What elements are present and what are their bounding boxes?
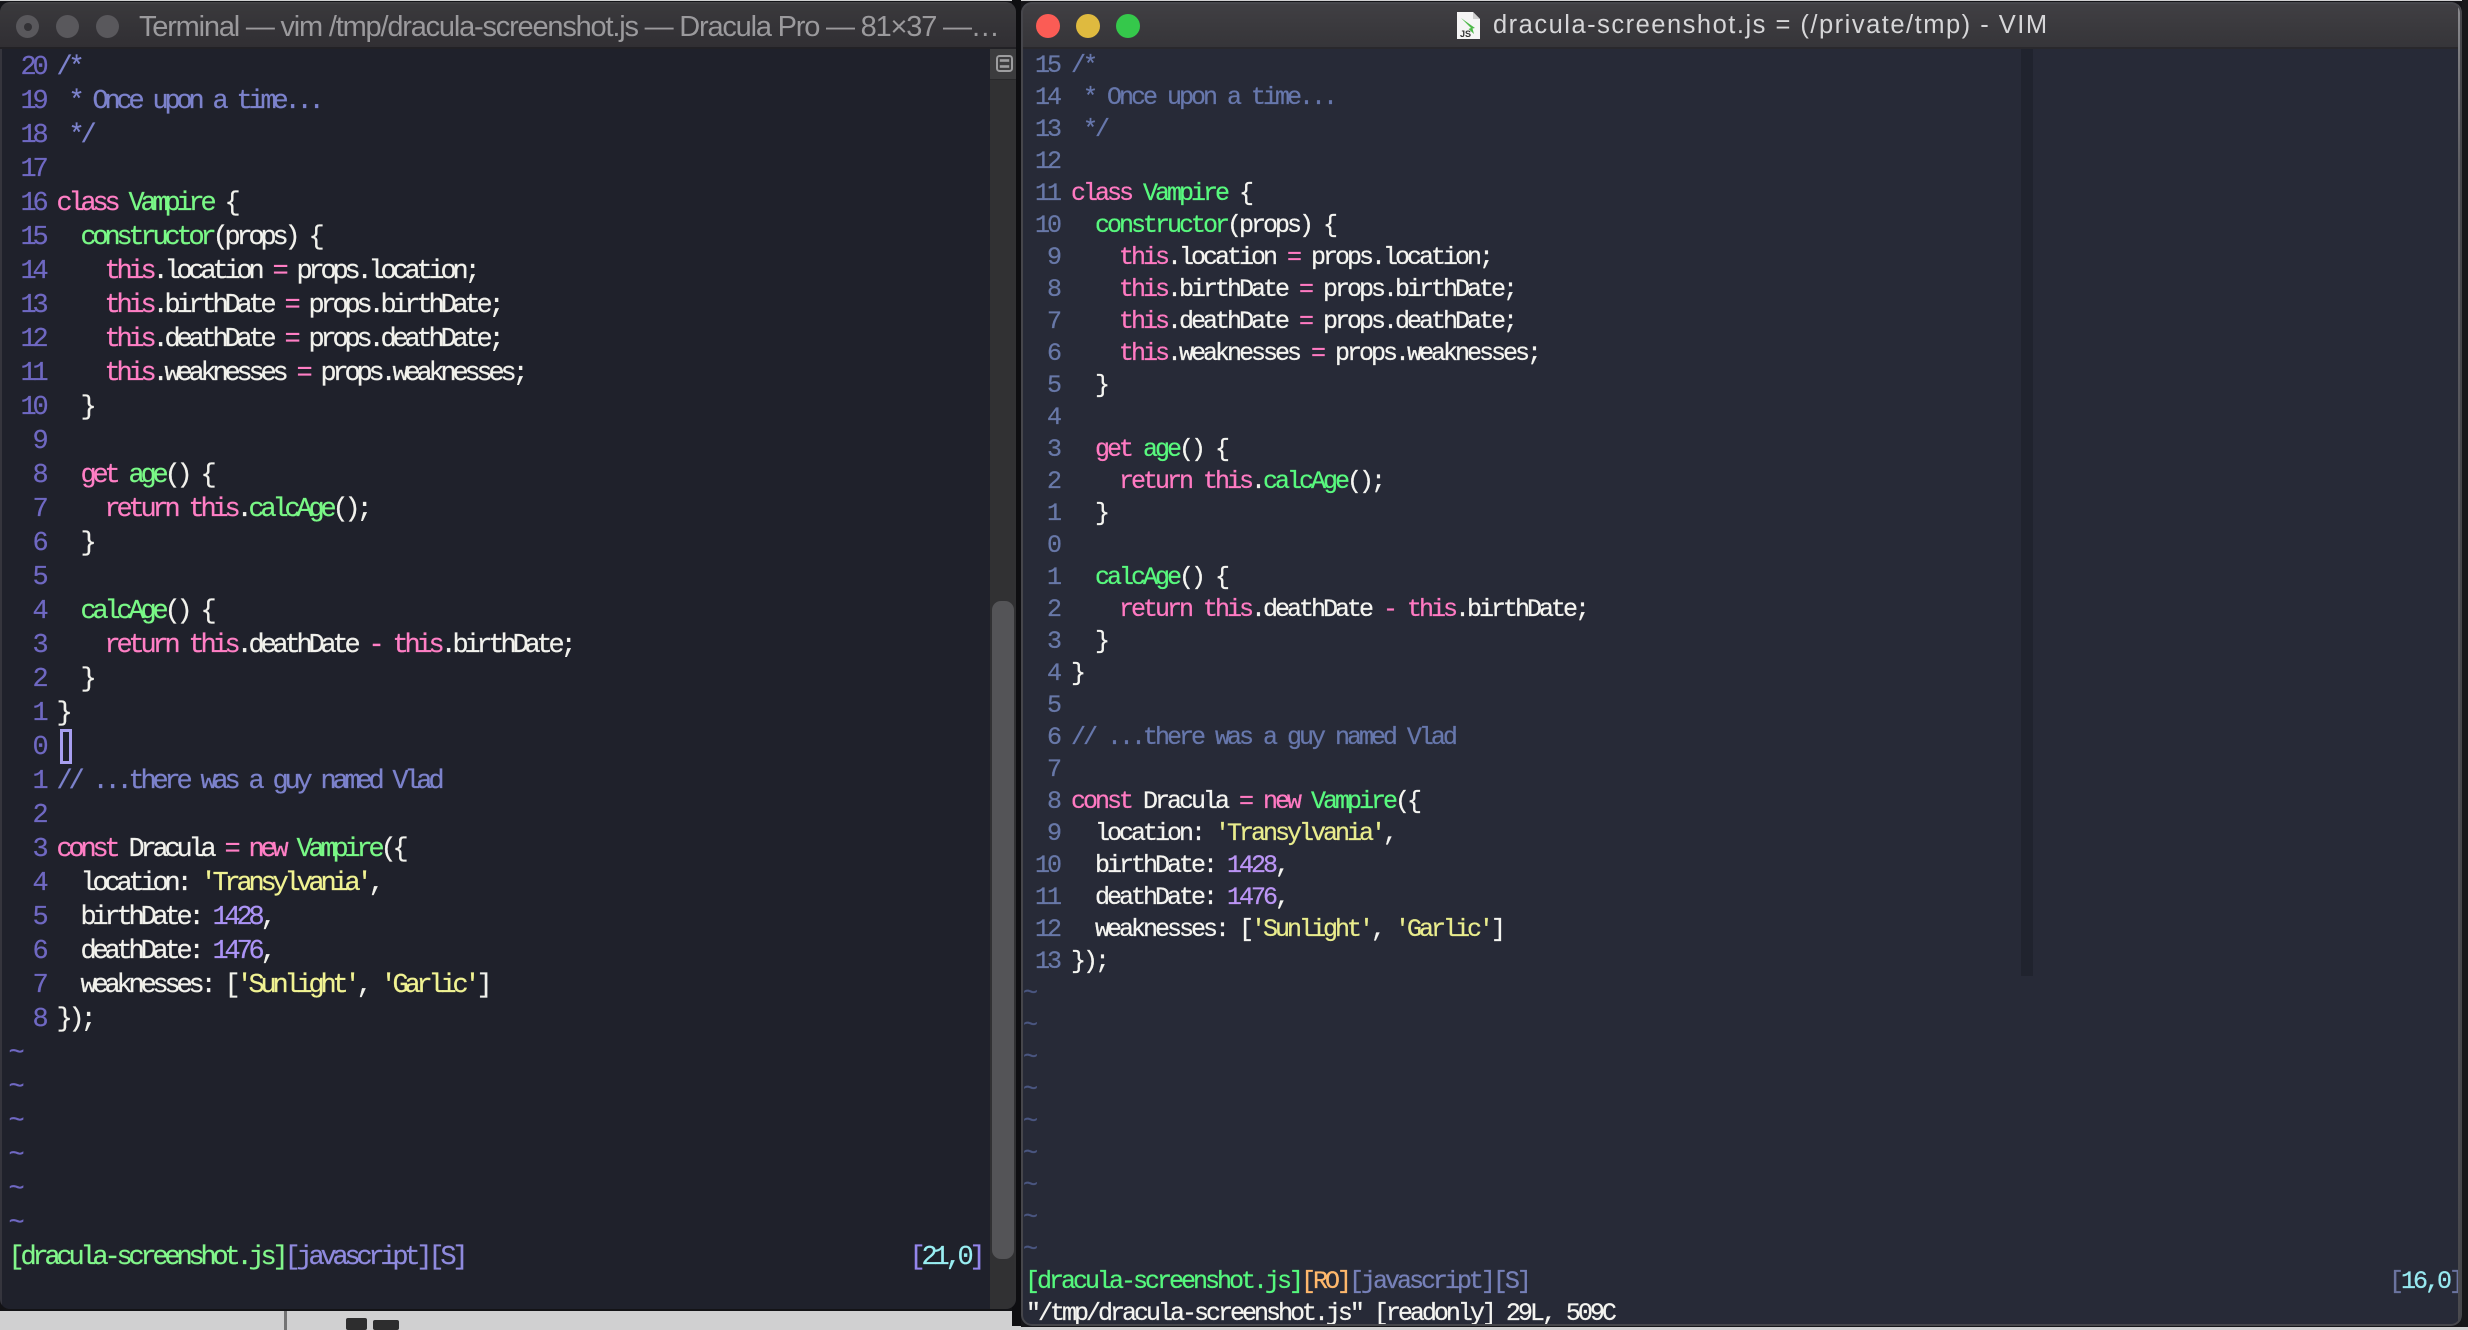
svg-text:JS: JS	[1460, 29, 1471, 39]
